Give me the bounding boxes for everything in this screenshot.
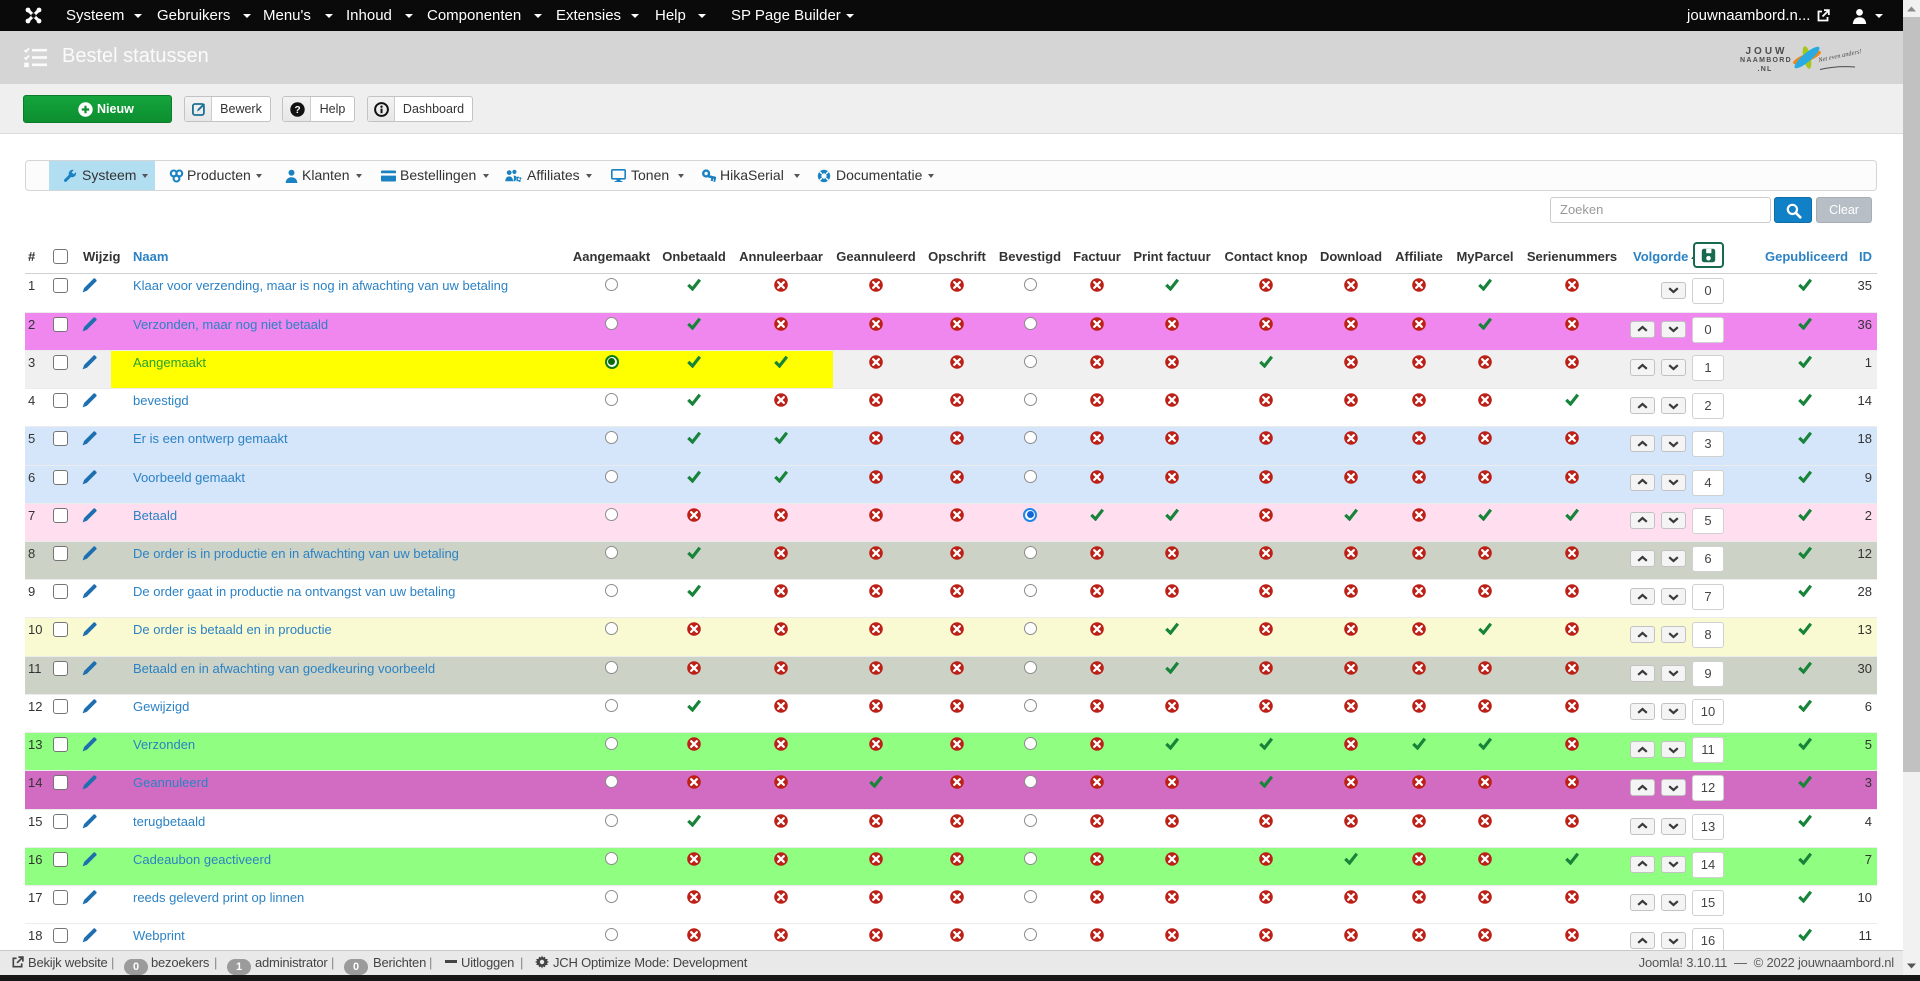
svg-text:?: ? bbox=[294, 105, 300, 116]
